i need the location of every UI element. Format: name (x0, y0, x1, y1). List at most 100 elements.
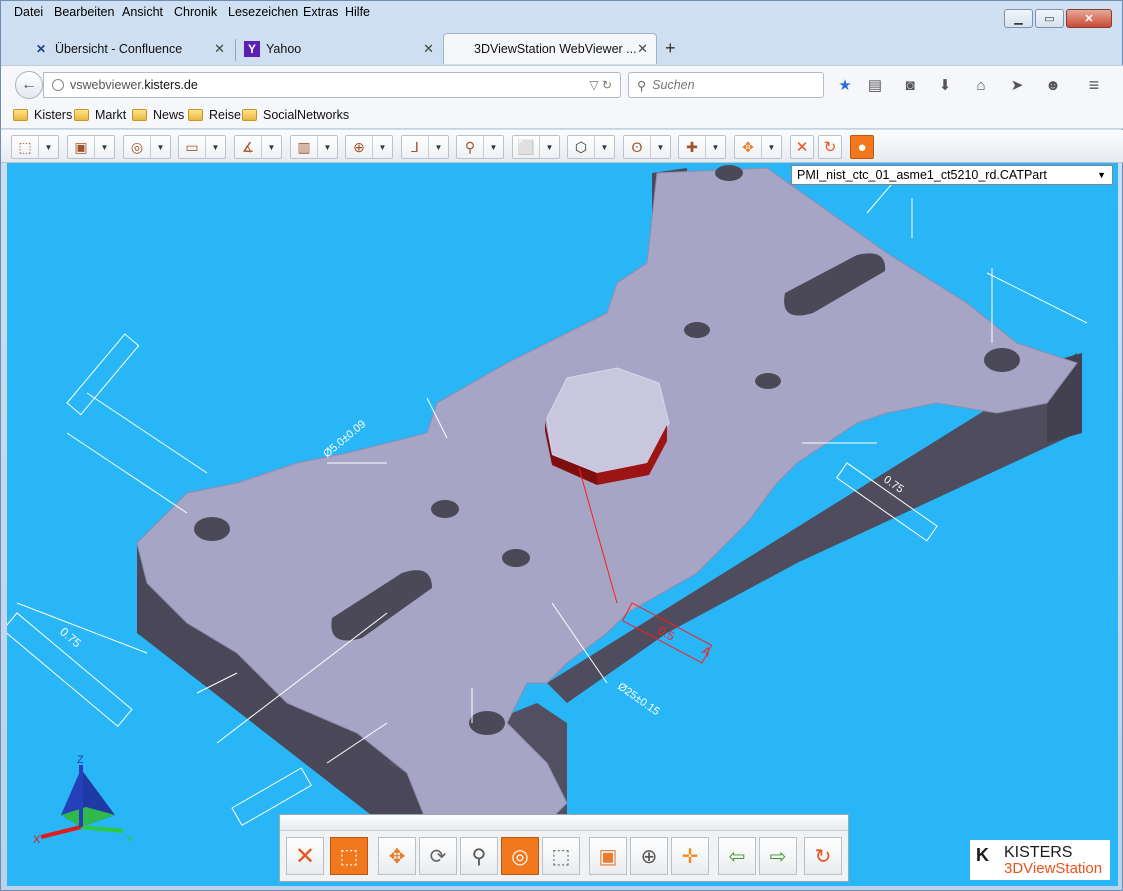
tab-label: Übersicht - Confluence (55, 41, 183, 56)
display-mode-group[interactable]: ▣ ▼ (67, 135, 115, 159)
pmi-diameter-label: Ø25±0.15 (615, 681, 661, 719)
pan-group[interactable]: ⊕ ▼ (345, 135, 393, 159)
kisters-logo: K KISTERS 3DViewStation (970, 840, 1110, 880)
zoom-group[interactable]: ⚲ ▼ (456, 135, 504, 159)
view-group[interactable]: ▭ ▼ (178, 135, 226, 159)
reset-view-button[interactable]: ↻ (804, 837, 842, 875)
clear-button[interactable]: ✕ (790, 135, 814, 159)
tab-strip: ✕ Übersicht - Confluence ✕ Y Yahoo ✕ 3DV… (1, 31, 1123, 65)
folder-icon (242, 109, 257, 121)
bookmark-markt[interactable]: Markt (74, 108, 126, 122)
bookmark-kisters[interactable]: Kisters (13, 108, 72, 122)
chevron-down-icon[interactable]: ▼ (372, 136, 392, 158)
tab-yahoo[interactable]: Y Yahoo ✕ (234, 33, 442, 64)
explode-group[interactable]: ✚ ▼ (678, 135, 726, 159)
chevron-down-icon[interactable]: ▼ (317, 136, 337, 158)
color-settings-button[interactable]: ● (850, 135, 874, 159)
toolbar-drag-handle[interactable] (280, 815, 848, 831)
url-bar[interactable]: vswebviewer. kisters.de ▽ ↻ (43, 72, 621, 98)
chevron-down-icon[interactable]: ▼ (94, 136, 114, 158)
section-group[interactable]: ▥ ▼ (290, 135, 338, 159)
reading-list-icon[interactable]: ▤ (865, 75, 885, 95)
folder-icon (132, 109, 147, 121)
chevron-down-icon[interactable]: ▼ (650, 136, 670, 158)
center-point-button[interactable]: ✛ (671, 837, 709, 875)
chevron-down-icon[interactable]: ▼ (261, 136, 281, 158)
viewer-toolbar: ⬚ ▼ ▣ ▼ ◎ ▼ ▭ ▼ ∡ ▼ ▥ ▼ ⊕ ▼ ⅃ ▼ ⚲ ▼ ⬜ ▼ ⬡ ▼ ʘ ▼ ✚ ▼ ✥… (1, 130, 1123, 163)
menu-icon[interactable]: ≡ (1084, 75, 1104, 95)
menu-lesezeichen[interactable]: Lesezeichen (228, 5, 298, 19)
bookmark-reise[interactable]: Reise (188, 108, 241, 122)
menu-chronik[interactable]: Chronik (174, 5, 217, 19)
chevron-down-icon[interactable]: ▼ (705, 136, 725, 158)
axis-icon: ⅃ (411, 138, 419, 155)
kisters-k-icon: K (976, 845, 989, 865)
pan-button[interactable]: ✥ (378, 837, 416, 875)
zoom-button[interactable]: ⚲ (460, 837, 498, 875)
axis-y-label: Y (126, 834, 134, 845)
move-group[interactable]: ✥ ▼ (734, 135, 782, 159)
measure-group[interactable]: ∡ ▼ (234, 135, 282, 159)
wireframe-cube-icon: ⬜ (517, 138, 535, 155)
zoom-fit-button[interactable]: ⊕ (630, 837, 668, 875)
pocket-icon[interactable]: ◙ (900, 75, 920, 95)
menu-bearbeiten[interactable]: Bearbeiten (54, 5, 114, 19)
axis-group[interactable]: ⅃ ▼ (401, 135, 449, 159)
bookmark-label: Reise (209, 108, 241, 122)
reload-icon[interactable]: ▽ ↻ (589, 78, 612, 92)
tab-confluence[interactable]: ✕ Übersicht - Confluence ✕ (23, 33, 233, 64)
select-mode-button[interactable]: ⬚ (330, 837, 368, 875)
close-window-button[interactable]: ✕ (1066, 9, 1112, 28)
3d-viewport[interactable]: 0.5 A 0.75 0.75 Ø25±0.15 Ø5.0±0.09 PMI_n… (7, 163, 1118, 886)
bookmark-socialnetworks[interactable]: SocialNetworks (242, 108, 349, 122)
tab-3dviewstation[interactable]: 3DViewStation WebViewer ... ✕ (443, 33, 657, 64)
fit-all-button[interactable]: ▣ (589, 837, 627, 875)
star-icon[interactable]: ★ (835, 75, 855, 95)
close-tab-icon[interactable]: ✕ (214, 41, 225, 57)
chevron-down-icon[interactable]: ▼ (539, 136, 559, 158)
smiley-icon[interactable]: ☻ (1043, 75, 1063, 95)
reset-button[interactable]: ↻ (818, 135, 842, 159)
chevron-down-icon[interactable]: ▼ (594, 136, 614, 158)
chevron-down-icon[interactable]: ▼ (761, 136, 781, 158)
chevron-down-icon[interactable]: ▼ (38, 136, 58, 158)
chevron-down-icon[interactable]: ▼ (483, 136, 503, 158)
clear-selection-button[interactable]: ✕ (286, 837, 324, 875)
globe-icon (52, 79, 64, 91)
menu-datei[interactable]: Datei (14, 5, 43, 19)
maximize-button[interactable]: ▭ (1035, 9, 1064, 28)
bookmark-news[interactable]: News (132, 108, 184, 122)
projection-group[interactable]: ⬡ ▼ (567, 135, 615, 159)
menu-hilfe[interactable]: Hilfe (345, 5, 370, 19)
part-select-dropdown[interactable]: PMI_nist_ctc_01_asme1_ct5210_rd.CATPart … (791, 165, 1113, 185)
pmi-dim-label: 0.75 (57, 625, 84, 651)
zoom-window-button[interactable]: ◎ (501, 837, 539, 875)
menu-extras[interactable]: Extras (303, 5, 338, 19)
close-tab-icon[interactable]: ✕ (423, 41, 434, 57)
new-tab-button[interactable]: + (665, 38, 676, 59)
minimize-button[interactable]: ▁ (1004, 9, 1033, 28)
chevron-down-icon[interactable]: ▼ (428, 136, 448, 158)
area-select-button[interactable]: ⬚ (542, 837, 580, 875)
rotate-tool-group[interactable]: ◎ ▼ (123, 135, 171, 159)
wireframe-group[interactable]: ⬜ ▼ (512, 135, 560, 159)
chevron-down-icon[interactable]: ▼ (150, 136, 170, 158)
annotation-group[interactable]: ʘ ▼ (623, 135, 671, 159)
download-icon[interactable]: ⬇ (935, 75, 955, 95)
previous-view-button[interactable]: ⇦ (718, 837, 756, 875)
back-button[interactable]: ← (15, 71, 43, 99)
send-icon[interactable]: ➤ (1007, 75, 1027, 95)
next-view-button[interactable]: ⇨ (759, 837, 797, 875)
search-input[interactable]: ⚲ Suchen (628, 72, 824, 98)
rotate-button[interactable]: ⟳ (419, 837, 457, 875)
menu-ansicht[interactable]: Ansicht (122, 5, 163, 19)
annotation-icon: ʘ (631, 139, 643, 155)
select-tool-group[interactable]: ⬚ ▼ (11, 135, 59, 159)
chevron-down-icon[interactable]: ▼ (205, 136, 225, 158)
hole (755, 373, 781, 389)
tab-label: 3DViewStation WebViewer ... (474, 42, 637, 56)
home-icon[interactable]: ⌂ (971, 75, 991, 95)
bookmark-label: News (153, 108, 185, 122)
close-tab-icon[interactable]: ✕ (637, 41, 648, 57)
hole (984, 348, 1020, 372)
